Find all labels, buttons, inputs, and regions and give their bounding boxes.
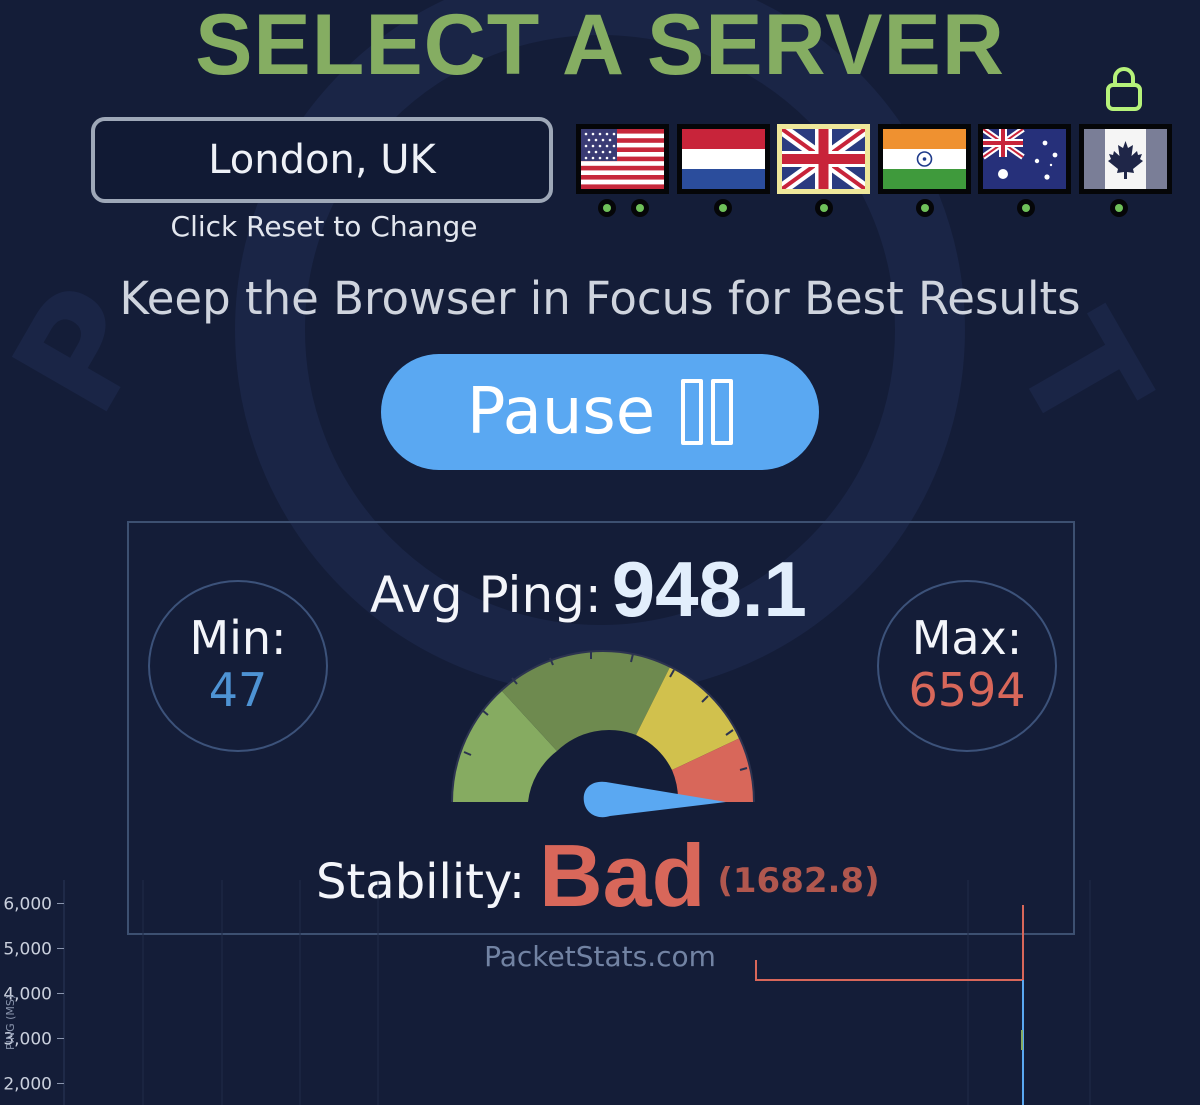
ping-chart: 6,0005,0004,0003,0002,000 PING (MS) (3, 880, 1091, 1105)
y-axis-label: PING (MS) (4, 995, 17, 1050)
ping-series-line (755, 905, 1024, 981)
flag-ca[interactable] (1079, 124, 1172, 194)
flag-us[interactable] (576, 124, 669, 194)
min-value: 47 (208, 663, 268, 717)
status-dot (1017, 199, 1035, 217)
pause-button-label: Pause (466, 375, 656, 449)
lock-icon[interactable] (1104, 64, 1144, 112)
status-dot (598, 199, 616, 217)
max-label: Max: (911, 611, 1023, 665)
avg-ping-value: 948.1 (611, 545, 807, 633)
min-label: Min: (189, 611, 287, 665)
flag-uk-icon (782, 129, 865, 189)
ping-gauge (451, 650, 755, 818)
flag-in[interactable] (878, 124, 971, 194)
avg-ping: Avg Ping: 948.1 (370, 544, 807, 635)
pause-icon (681, 379, 734, 445)
status-dot (631, 199, 649, 217)
flag-au-icon (983, 129, 1066, 189)
avg-ping-label: Avg Ping: (370, 566, 602, 624)
flag-au[interactable] (978, 124, 1071, 194)
server-field-value: London, UK (208, 137, 436, 183)
page-title: SELECT A SERVER (195, 0, 1005, 93)
pause-button[interactable]: Pause (381, 354, 819, 470)
flag-nl-icon (682, 129, 765, 189)
flag-us-icon (581, 129, 664, 189)
y-tick-label: 6,000 (3, 895, 52, 915)
max-stat: Max: 6594 (877, 580, 1057, 752)
min-stat: Min: 47 (148, 580, 328, 752)
server-field[interactable]: London, UK (91, 117, 553, 203)
max-value: 6594 (908, 663, 1026, 717)
status-dot (815, 199, 833, 217)
flag-uk[interactable] (777, 124, 870, 194)
flag-ca-icon (1084, 129, 1167, 189)
reset-hint: Click Reset to Change (170, 210, 478, 243)
status-dot (916, 199, 934, 217)
status-dot (714, 199, 732, 217)
focus-hint: Keep the Browser in Focus for Best Resul… (119, 272, 1081, 325)
y-tick-label: 2,000 (3, 1075, 52, 1095)
flag-nl[interactable] (677, 124, 770, 194)
flag-in-icon (883, 129, 966, 189)
status-dot (1110, 199, 1128, 217)
y-tick-label: 5,000 (3, 940, 52, 960)
